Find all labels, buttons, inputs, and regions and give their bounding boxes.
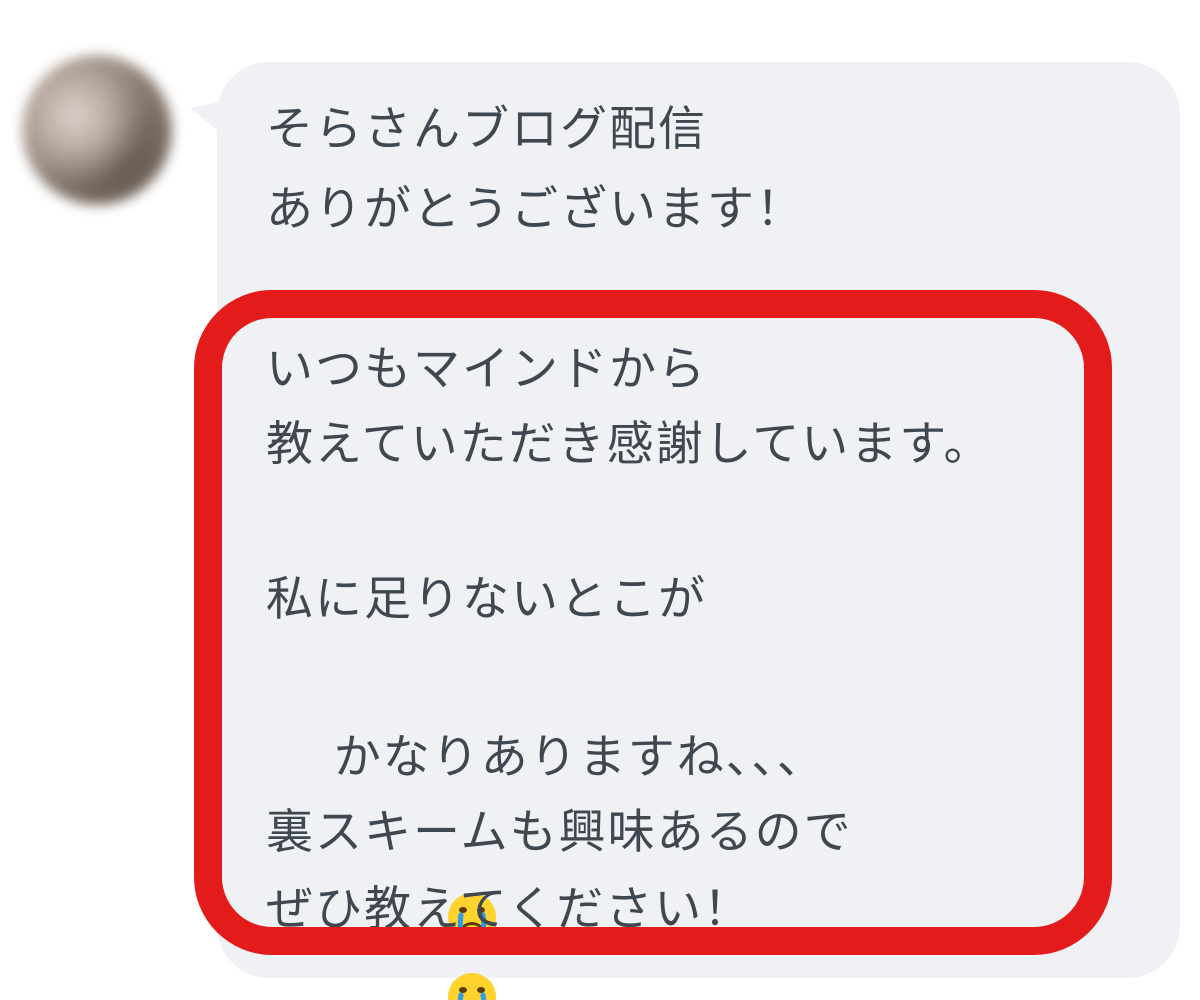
avatar[interactable]: [22, 55, 172, 205]
message-line-1: そらさんブログ配信: [266, 102, 707, 157]
message-line-4: 教えていただき感謝しています。: [266, 417, 993, 472]
message-line-5: 私に足りないとこが: [266, 572, 707, 627]
message-line-2: ありがとうございます！: [266, 182, 805, 237]
chat-canvas: そらさんブログ配信 ありがとうございます！ いつもマインドから 教えていただき感…: [0, 0, 1200, 1000]
message-line-7: 裏スキームも興味あるので: [266, 805, 853, 860]
message-line-3: いつもマインドから: [266, 342, 707, 397]
message-line-8: ぜひ教えてください！: [266, 882, 753, 937]
message-line-6: かなりありますね、、、: [333, 730, 826, 785]
